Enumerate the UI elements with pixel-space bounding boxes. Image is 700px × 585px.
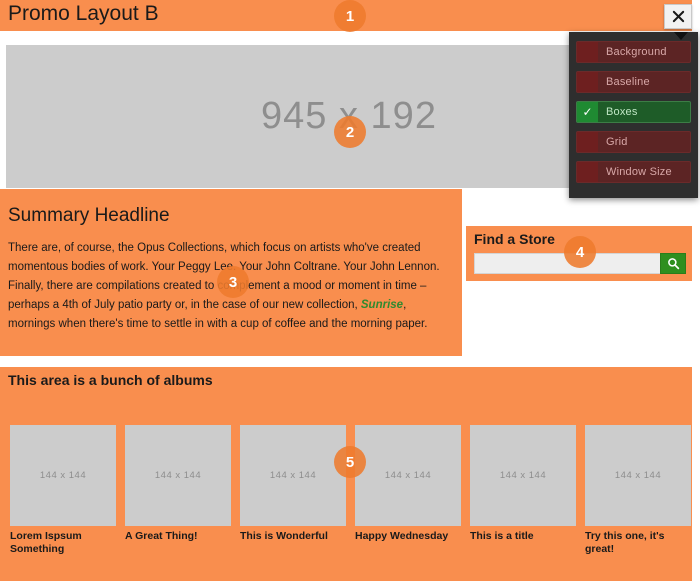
toggle-check-icon [577,162,598,182]
panel-pointer-arrow [674,32,688,40]
album-thumbnail: 144 x 144 [125,425,231,526]
album-thumb-label: 144 x 144 [614,470,662,481]
dev-toggle-label: Background [606,46,667,58]
toggle-check-icon [577,132,598,152]
album-card[interactable]: 144 x 144 Try this one, it's great! [585,425,691,556]
dev-toggle-label: Boxes [606,106,638,118]
toggle-check-icon [577,72,598,92]
annotation-badge-5: 5 [334,446,366,478]
album-caption: Lorem Ispsum Something [10,530,82,555]
summary-headline: Summary Headline [8,205,170,226]
dev-toggle-label: Grid [606,136,628,148]
album-thumbnail: 144 x 144 [470,425,576,526]
dev-toggle-baseline[interactable]: Baseline [576,71,691,93]
annotation-badge-3: 3 [217,266,249,298]
album-card[interactable]: 144 x 144 A Great Thing! [125,425,231,556]
toggle-check-icon [577,42,598,62]
annotation-badge-1: 1 [334,0,366,32]
album-caption: Try this one, it's great! [585,530,665,555]
dev-toggle-grid[interactable]: Grid [576,131,691,153]
annotation-badge-4: 4 [564,236,596,268]
album-grid: 144 x 144 Lorem Ispsum Something 144 x 1… [10,425,691,556]
album-thumbnail: 144 x 144 [10,425,116,526]
album-caption: This is Wonderful [240,530,328,542]
dev-toggle-window-size[interactable]: Window Size [576,161,691,183]
close-button[interactable] [664,4,692,29]
album-thumbnail: 144 x 144 [585,425,691,526]
page-canvas: Promo Layout B 945 x 192 Summary Headlin… [0,0,700,585]
album-thumb-label: 144 x 144 [269,470,317,481]
albums-section-title: This area is a bunch of albums [8,372,213,388]
annotation-badge-2: 2 [334,116,366,148]
album-caption: A Great Thing! [125,530,198,542]
album-card[interactable]: 144 x 144 This is Wonderful [240,425,346,556]
dev-overlay-panel: Background Baseline ✓ Boxes Grid Window … [569,32,698,198]
album-card[interactable]: 144 x 144 Happy Wednesday [355,425,461,556]
album-card[interactable]: 144 x 144 Lorem Ispsum Something [10,425,116,556]
store-search-button[interactable] [660,253,686,274]
album-thumbnail: 144 x 144 [355,425,461,526]
page-title: Promo Layout B [8,2,159,25]
album-thumb-label: 144 x 144 [384,470,432,481]
summary-collection-link[interactable]: Sunrise [361,299,403,311]
album-card[interactable]: 144 x 144 This is a title [470,425,576,556]
album-thumb-label: 144 x 144 [499,470,547,481]
album-thumbnail: 144 x 144 [240,425,346,526]
dev-toggle-background[interactable]: Background [576,41,691,63]
dev-toggle-boxes[interactable]: ✓ Boxes [576,101,691,123]
close-icon [672,10,685,23]
search-icon [667,257,680,270]
album-thumb-label: 144 x 144 [154,470,202,481]
dev-toggle-label: Window Size [606,166,672,178]
dev-toggle-label: Baseline [606,76,650,88]
album-caption: This is a title [470,530,534,542]
album-caption: Happy Wednesday [355,530,449,542]
toggle-check-icon: ✓ [577,102,598,122]
album-thumb-label: 144 x 144 [39,470,87,481]
